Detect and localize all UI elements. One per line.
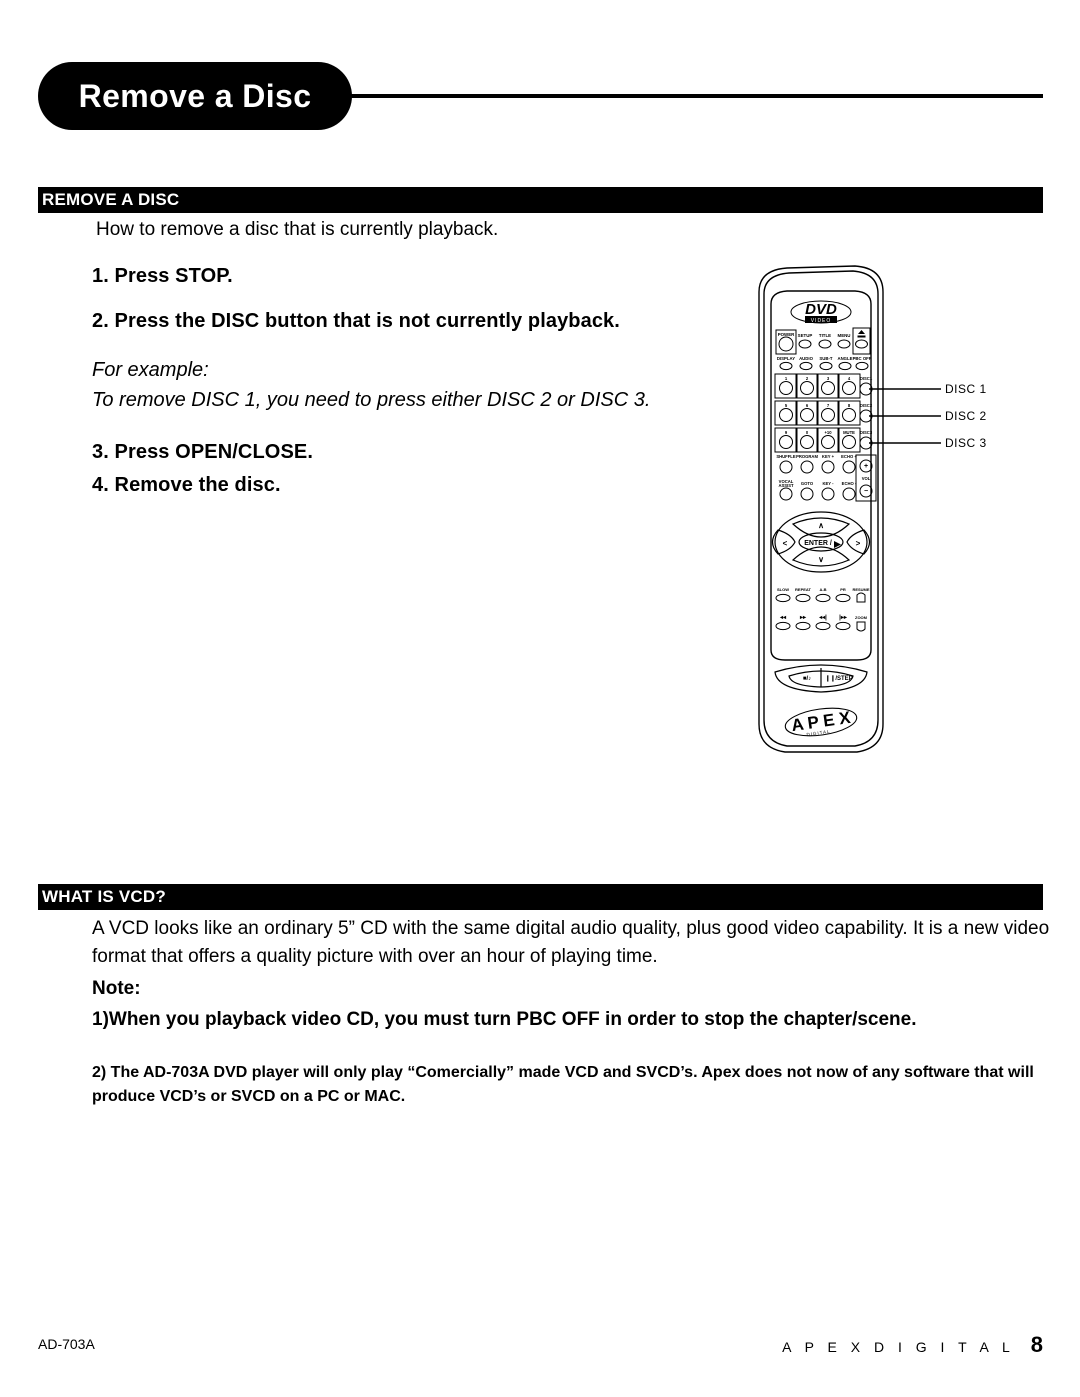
svg-text:0: 0 bbox=[806, 430, 809, 435]
svg-text:1: 1 bbox=[785, 376, 788, 381]
callout-disc-1: DISC 1 bbox=[945, 382, 987, 396]
svg-text:SUB-T: SUB-T bbox=[819, 356, 833, 361]
svg-text:SHUFFLE: SHUFFLE bbox=[776, 454, 796, 459]
svg-text:RESUME: RESUME bbox=[852, 587, 869, 592]
svg-text:MUTE: MUTE bbox=[843, 430, 855, 435]
svg-text:3: 3 bbox=[827, 376, 830, 381]
page-title-pill: Remove a Disc bbox=[38, 62, 352, 130]
svg-text:TITLE: TITLE bbox=[819, 333, 831, 338]
svg-text:2: 2 bbox=[806, 376, 809, 381]
svg-text:∧: ∧ bbox=[818, 521, 824, 530]
svg-text:DISC2: DISC2 bbox=[860, 403, 873, 408]
remove-steps-list: 1. Press STOP. 2. Press the DISC button … bbox=[92, 265, 732, 519]
svg-text:DISPLAY: DISPLAY bbox=[777, 356, 795, 361]
apex-digital-logo: A P E X DIGITAL bbox=[784, 707, 858, 737]
callout-disc-2: DISC 2 bbox=[945, 409, 987, 423]
callout-disc-3: DISC 3 bbox=[945, 436, 987, 450]
svg-text:SETUP: SETUP bbox=[798, 333, 813, 338]
svg-text:4: 4 bbox=[848, 376, 851, 381]
footer-right-group: A P E X D I G I T A L 8 bbox=[782, 1332, 1043, 1358]
svg-text:5: 5 bbox=[785, 403, 788, 408]
svg-text:VOL: VOL bbox=[862, 476, 871, 481]
step-2: 2. Press the DISC button that is not cur… bbox=[92, 310, 620, 332]
svg-text:>: > bbox=[856, 539, 861, 548]
dvd-video-logo: DVD VIDEO bbox=[790, 300, 852, 324]
svg-text:REPEAT: REPEAT bbox=[795, 587, 811, 592]
remote-control-illustration: DVD VIDEO POWER SETUP TITLE MENU DISPLAY… bbox=[745, 262, 1045, 762]
svg-text:ASSIST: ASSIST bbox=[778, 483, 794, 488]
svg-text:ZOOM: ZOOM bbox=[855, 615, 868, 620]
example-title: For example: bbox=[92, 359, 209, 381]
note-title: Note: bbox=[92, 978, 141, 999]
svg-text:◂◂|: ◂◂| bbox=[818, 615, 827, 621]
svg-text:∨: ∨ bbox=[818, 555, 824, 564]
svg-text:ECHO +: ECHO + bbox=[841, 454, 857, 459]
footer-model: AD-703A bbox=[38, 1336, 95, 1352]
section-header-label: WHAT IS VCD? bbox=[42, 887, 166, 906]
header-rule bbox=[343, 94, 1043, 98]
svg-text:PROGRAM: PROGRAM bbox=[796, 454, 818, 459]
page-footer: AD-703A A P E X D I G I T A L 8 bbox=[38, 1332, 1043, 1360]
svg-text:▸▸: ▸▸ bbox=[799, 615, 807, 621]
svg-text:<: < bbox=[783, 539, 788, 548]
section-header-remove-a-disc: REMOVE A DISC bbox=[38, 187, 1043, 213]
svg-text:8: 8 bbox=[848, 403, 851, 408]
note-block: Note: 1)When you playback video CD, you … bbox=[92, 978, 1054, 1109]
svg-text:PR: PR bbox=[840, 587, 846, 592]
svg-text:A-B: A-B bbox=[819, 587, 826, 592]
step-3: 3. Press OPEN/CLOSE. bbox=[92, 441, 313, 463]
svg-text:9: 9 bbox=[785, 430, 788, 435]
svg-text:+10: +10 bbox=[824, 430, 832, 435]
svg-text:DVD: DVD bbox=[805, 301, 837, 318]
svg-text:◂◂: ◂◂ bbox=[779, 615, 787, 621]
svg-text:KEY -: KEY - bbox=[822, 481, 834, 486]
svg-text:ENTER /: ENTER / bbox=[804, 540, 832, 547]
step-4: 4. Remove the disc. bbox=[92, 474, 281, 496]
remove-intro-text: How to remove a disc that is currently p… bbox=[96, 219, 499, 240]
vcd-body-text: A VCD looks like an ordinary 5” CD with … bbox=[92, 918, 1050, 967]
svg-text:PBC OFF: PBC OFF bbox=[853, 356, 872, 361]
footer-brand: A P E X D I G I T A L bbox=[782, 1339, 1015, 1355]
svg-text:DISC3: DISC3 bbox=[860, 430, 873, 435]
page-title: Remove a Disc bbox=[78, 77, 312, 114]
note-item-1: 1)When you playback video CD, you must t… bbox=[92, 1009, 917, 1030]
svg-text:−: − bbox=[864, 488, 868, 495]
svg-text:6: 6 bbox=[806, 403, 809, 408]
svg-text:POWER: POWER bbox=[778, 332, 795, 337]
step-1: 1. Press STOP. bbox=[92, 265, 233, 287]
note-item-2: 2) The AD-703A DVD player will only play… bbox=[92, 1064, 1034, 1105]
svg-text:ECHO -: ECHO - bbox=[842, 481, 857, 486]
example-block: For example: To remove DISC 1, you need … bbox=[92, 355, 732, 415]
svg-text:AUDIO: AUDIO bbox=[799, 356, 814, 361]
svg-text:GOTO: GOTO bbox=[801, 481, 814, 486]
svg-text:■/♪: ■/♪ bbox=[803, 676, 811, 682]
example-body: To remove DISC 1, you need to press eith… bbox=[92, 389, 651, 411]
svg-text:+: + bbox=[864, 463, 868, 470]
section-header-what-is-vcd: WHAT IS VCD? bbox=[38, 884, 1043, 910]
svg-text:KEY +: KEY + bbox=[822, 454, 835, 459]
svg-text:❙❙/STEP: ❙❙/STEP bbox=[825, 675, 852, 682]
svg-text:ANGLE: ANGLE bbox=[837, 356, 852, 361]
section-header-label: REMOVE A DISC bbox=[42, 190, 180, 209]
svg-text:7: 7 bbox=[827, 403, 830, 408]
svg-text:|▸▸: |▸▸ bbox=[839, 615, 848, 621]
svg-text:VIDEO: VIDEO bbox=[811, 318, 832, 324]
footer-page-number: 8 bbox=[1030, 1332, 1043, 1357]
svg-text:SLOW: SLOW bbox=[777, 587, 789, 592]
page-header: Remove a Disc bbox=[38, 62, 1043, 134]
svg-text:DISC1: DISC1 bbox=[860, 376, 873, 381]
remote-svg: DVD VIDEO POWER SETUP TITLE MENU DISPLAY… bbox=[758, 265, 941, 753]
svg-text:MENU: MENU bbox=[838, 333, 851, 338]
eject-icon bbox=[857, 330, 866, 338]
